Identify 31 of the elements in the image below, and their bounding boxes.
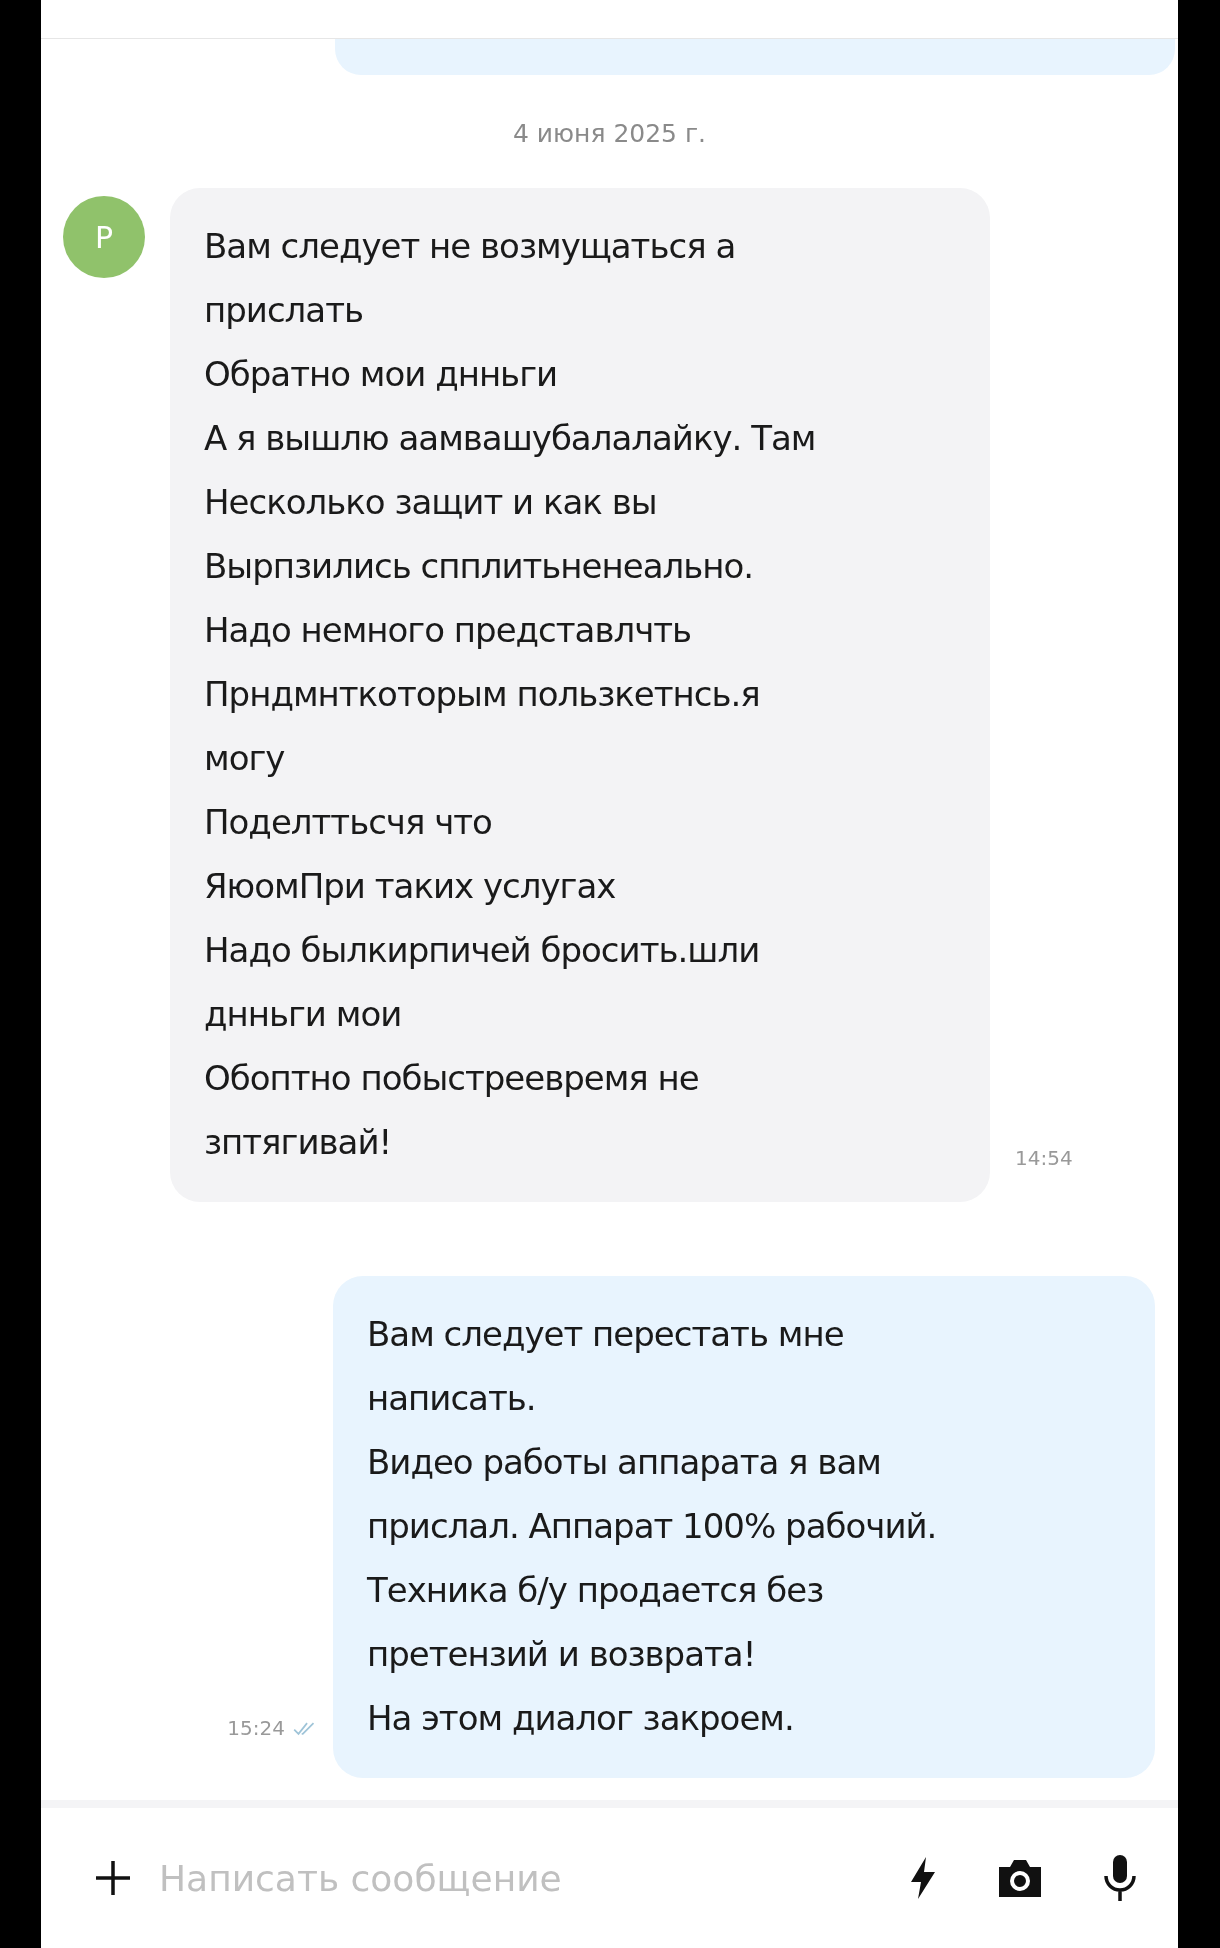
message-line: А я вышлю аамвашубалалайку. Там [204, 417, 817, 460]
message-line: написать. [367, 1377, 537, 1420]
camera-icon[interactable] [996, 1857, 1044, 1899]
message-line: зптягивай! [204, 1121, 393, 1164]
message-line: Прндмнткоторым пользкетнсь.я [204, 673, 761, 716]
message-line: Обоптно побыстреевремя не [204, 1057, 700, 1100]
message-line: Вам следует перестать мне [367, 1313, 845, 1356]
microphone-icon[interactable] [1102, 1854, 1138, 1902]
message-line: Обратно мои днньги [204, 353, 559, 396]
message-line: могу [204, 737, 286, 780]
message-time: 14:54 [1015, 1146, 1073, 1170]
message-time: 15:24 [227, 1716, 285, 1740]
lightning-icon[interactable] [908, 1856, 938, 1900]
message-line: Вам следует не возмущаться а [204, 225, 737, 268]
message-line: Надо немного представлчть [204, 609, 693, 652]
message-line: прислал. Аппарат 100% рабочий. [367, 1505, 938, 1548]
message-input[interactable]: Написать сообщение [157, 1856, 850, 1900]
message-line: Надо былкирпичей бросить.шли [204, 929, 761, 972]
avatar[interactable]: Р [63, 196, 145, 278]
message-line: Вырпзились спплитьненеально. [204, 545, 755, 588]
message-line: На этом диалог закроем. [367, 1697, 795, 1740]
message-line: Несколько защит и как вы [204, 481, 658, 524]
message-line: претензий и возврата! [367, 1633, 757, 1676]
plus-icon[interactable] [93, 1858, 133, 1898]
message-line: прислать [204, 289, 364, 332]
message-line: Поделттьсчя что [204, 801, 493, 844]
message-line: днньги мои [204, 993, 403, 1036]
message-line: Видео работы аппарата я вам [367, 1441, 882, 1484]
message-line: ЯюомПри таких услугах [204, 865, 617, 908]
date-separator: 4 июня 2025 г. [511, 119, 708, 148]
message-line: Техника б/у продается без [367, 1569, 825, 1612]
